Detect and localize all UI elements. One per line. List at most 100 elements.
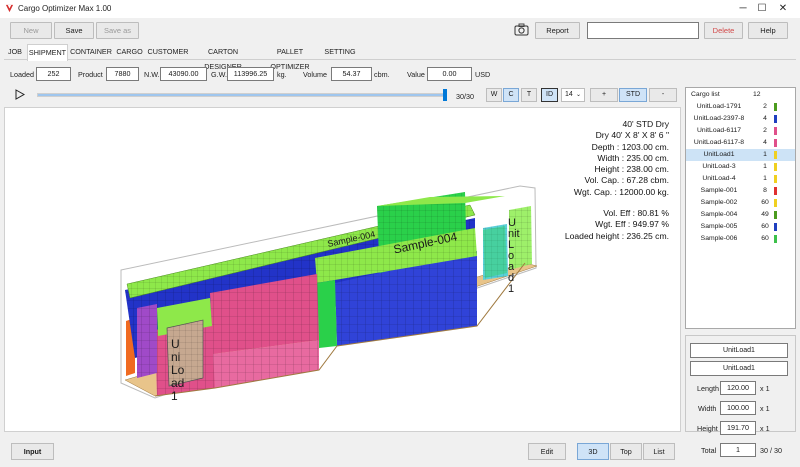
std-view-button[interactable]: STD xyxy=(619,88,647,102)
length-mult: x 1 xyxy=(760,384,770,393)
view-top-button[interactable]: Top xyxy=(610,443,642,460)
progress-text: 30/30 xyxy=(456,92,474,101)
height-label: Height xyxy=(697,424,718,433)
stat-vol-eff: Vol. Eff : 80.81 % xyxy=(603,208,669,219)
help-button[interactable]: Help xyxy=(748,22,788,39)
stat-width: Width : 235.00 cm. xyxy=(597,152,669,163)
view-list-button[interactable]: List xyxy=(643,443,675,460)
save-button[interactable]: Save xyxy=(54,22,94,39)
cargo-list-item[interactable]: Sample-006 60 xyxy=(686,233,795,245)
cargo-list-item[interactable]: UnitLoad-3 1 xyxy=(686,161,795,173)
volume-field[interactable]: 54.37 xyxy=(331,67,372,81)
width-field[interactable]: 100.00 xyxy=(720,401,756,415)
delete-button[interactable]: Delete xyxy=(704,22,743,39)
3d-viewport[interactable]: Sample-004 Sample-004 Unit Load1 Uni Loa… xyxy=(4,107,681,432)
cargo-item-name: Sample-006 xyxy=(700,235,738,242)
length-field[interactable]: 120.00 xyxy=(720,381,756,395)
cargo-color-swatch xyxy=(774,151,777,159)
tab-customer[interactable]: CUSTOMER xyxy=(147,44,189,60)
stat-container-type: 40' STD Dry xyxy=(622,119,669,129)
cargo-name-field-2[interactable]: UnitLoad1 xyxy=(690,361,788,376)
stat-dimension: Dry 40' X 8' X 8' 6 " xyxy=(595,130,669,141)
cargo-name-field[interactable]: UnitLoad1 xyxy=(690,343,788,358)
toggle-c[interactable]: C xyxy=(503,88,519,102)
loaded-label: Loaded xyxy=(10,70,34,79)
cargo-item-qty: 4 xyxy=(763,115,767,122)
cargo-item-qty: 60 xyxy=(761,235,769,242)
report-button[interactable]: Report xyxy=(535,22,580,39)
search-input[interactable] xyxy=(587,22,699,39)
cargo-item-qty: 2 xyxy=(763,103,767,110)
total-label: Total xyxy=(701,446,717,455)
view-3d-button[interactable]: 3D xyxy=(577,443,609,460)
cargo-item-qty: 60 xyxy=(761,223,769,230)
product-field[interactable]: 7880 xyxy=(106,67,139,81)
cargo-item-name: Sample-002 xyxy=(700,199,738,206)
cargo-color-swatch xyxy=(774,235,777,243)
length-label: Length xyxy=(697,384,719,393)
tab-job[interactable]: JOB xyxy=(5,44,25,60)
cargo-list-item[interactable]: Sample-001 8 xyxy=(686,185,795,197)
cargo-list-item[interactable]: Sample-002 60 xyxy=(686,197,795,209)
tab-carton-designer[interactable]: CARTON DESIGNER xyxy=(191,44,255,71)
cargo-color-swatch xyxy=(774,139,777,147)
cargo-list-item[interactable]: Sample-004 49 xyxy=(686,209,795,221)
play-icon[interactable] xyxy=(15,89,25,100)
nw-field[interactable]: 43090.00 xyxy=(160,67,207,81)
cargo-color-swatch xyxy=(774,163,777,171)
cargo-item-qty: 60 xyxy=(761,199,769,206)
cargo-item-qty: 1 xyxy=(763,175,767,182)
tab-setting[interactable]: SETTING xyxy=(324,44,356,60)
new-button[interactable]: New xyxy=(10,22,52,39)
camera-icon[interactable] xyxy=(514,23,529,37)
cargo-list-panel[interactable]: Cargo list 12 UnitLoad-1791 2 UnitLoad-239… xyxy=(685,87,796,329)
save-as-button[interactable]: Save as xyxy=(96,22,139,39)
nw-label: N.W. xyxy=(144,70,160,79)
minimize-button[interactable]: ─ xyxy=(733,1,753,16)
stat-height: Height : 238.00 cm. xyxy=(594,164,669,175)
cargo-list-item[interactable]: UnitLoad-1791 2 xyxy=(686,101,795,113)
cargo-list-item[interactable]: UnitLoad1 1 xyxy=(686,149,795,161)
edit-button[interactable]: Edit xyxy=(528,443,566,460)
chevron-down-icon: ⌄ xyxy=(575,92,581,98)
timeline-handle[interactable] xyxy=(443,89,447,101)
close-window-button[interactable]: ✕ xyxy=(773,1,793,16)
tab-cargo[interactable]: CARGO xyxy=(115,44,144,60)
container-stats: 40' STD Dry Dry 40' X 8' X 8' 6 " Depth … xyxy=(565,119,669,242)
cargo-item-name: UnitLoad-2397-8 xyxy=(693,115,745,122)
font-size-select[interactable]: 14 ⌄ xyxy=(561,88,585,102)
volume-unit: cbm. xyxy=(374,70,390,79)
toggle-w[interactable]: W xyxy=(486,88,502,102)
cargo-list-item[interactable]: Sample-005 60 xyxy=(686,221,795,233)
tab-shipment[interactable]: SHIPMENT xyxy=(27,44,68,61)
total-field[interactable]: 1 xyxy=(720,443,756,457)
value-label: Value xyxy=(407,70,425,79)
volume-label: Volume xyxy=(303,70,327,79)
cargo-item-name: UnitLoad-1791 xyxy=(696,103,742,110)
timeline-slider[interactable] xyxy=(37,93,445,97)
zoom-in-button[interactable]: + xyxy=(590,88,618,102)
toggle-id[interactable]: ID xyxy=(541,88,558,102)
maximize-button[interactable]: ☐ xyxy=(752,1,772,16)
gw-field[interactable]: 113996.25 xyxy=(227,67,274,81)
tab-container[interactable]: CONTAINER xyxy=(70,44,112,60)
cargo-list-item[interactable]: UnitLoad-2397-8 4 xyxy=(686,113,795,125)
toggle-t[interactable]: T xyxy=(521,88,537,102)
cargo-item-name: Sample-005 xyxy=(700,223,738,230)
height-mult: x 1 xyxy=(760,424,770,433)
cargo-item-name: Sample-004 xyxy=(700,211,738,218)
width-mult: x 1 xyxy=(760,404,770,413)
cargo-color-swatch xyxy=(774,223,777,231)
cargo-item-qty: 2 xyxy=(763,127,767,134)
tab-pallet-optimizer[interactable]: PALLET OPTIMIZER xyxy=(258,44,322,71)
input-button[interactable]: Input xyxy=(11,443,54,460)
cargo-list-item[interactable]: UnitLoad-6117 2 xyxy=(686,125,795,137)
cargo-list-item[interactable]: UnitLoad-6117-8 4 xyxy=(686,137,795,149)
cargo-list-item[interactable]: UnitLoad-4 1 xyxy=(686,173,795,185)
height-field[interactable]: 191.70 xyxy=(720,421,756,435)
zoom-out-button[interactable]: - xyxy=(649,88,677,102)
loaded-field[interactable]: 252 xyxy=(36,67,71,81)
value-field[interactable]: 0.00 xyxy=(427,67,472,81)
cargo-color-swatch xyxy=(774,127,777,135)
box-label-uni-load1: Uni Load1 xyxy=(171,337,185,403)
